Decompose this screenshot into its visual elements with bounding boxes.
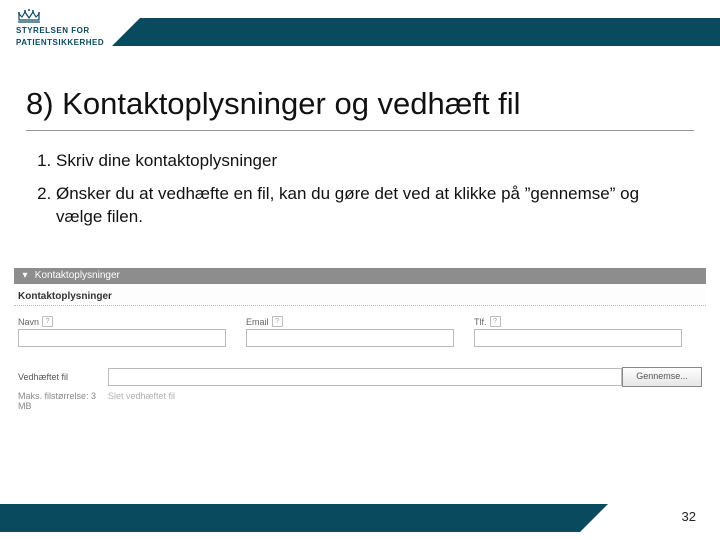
footer-stripe — [0, 504, 580, 532]
page-title: 8) Kontaktoplysninger og vedhæft fil — [26, 86, 521, 122]
instruction-item-1: Skriv dine kontaktoplysninger — [56, 150, 668, 173]
max-filesize-label: Maks. filstørrelse: 3 MB — [18, 391, 108, 411]
help-icon[interactable]: ? — [490, 316, 501, 327]
attachment-label: Vedhæftet fil — [18, 372, 108, 382]
instructions-list: Skriv dine kontaktoplysninger Ønsker du … — [28, 150, 668, 239]
email-field-group: Email ? — [246, 316, 474, 347]
section-sub-header: Kontaktoplysninger — [14, 284, 706, 305]
delete-attachment-link[interactable]: Slet vedhæftet fil — [108, 391, 175, 411]
section-header-bar[interactable]: ▾ Kontaktoplysninger — [14, 268, 706, 284]
title-underline — [26, 130, 694, 131]
attachment-meta-row: Maks. filstørrelse: 3 MB Slet vedhæftet … — [14, 387, 706, 411]
chevron-down-icon[interactable]: ▾ — [20, 268, 30, 284]
divider — [14, 305, 706, 306]
help-icon[interactable]: ? — [42, 316, 53, 327]
header-stripe — [140, 18, 720, 46]
browse-button[interactable]: Gennemse... — [622, 367, 702, 387]
email-input[interactable] — [246, 329, 454, 347]
phone-input[interactable] — [474, 329, 682, 347]
attachment-row: Vedhæftet fil Gennemse... — [14, 367, 706, 387]
phone-field-group: Tlf. ? — [474, 316, 702, 347]
name-input[interactable] — [18, 329, 226, 347]
header: STYRELSEN FOR PATIENTSIKKERHED — [0, 0, 720, 58]
page-number: 32 — [682, 509, 696, 524]
help-icon[interactable]: ? — [272, 316, 283, 327]
phone-label: Tlf. — [474, 317, 487, 327]
form-screenshot: ▾ Kontaktoplysninger Kontaktoplysninger … — [14, 268, 706, 411]
name-label: Navn — [18, 317, 39, 327]
instruction-item-2: Ønsker du at vedhæfte en fil, kan du gør… — [56, 183, 668, 229]
section-header-title: Kontaktoplysninger — [35, 270, 120, 281]
attachment-path-input[interactable] — [108, 368, 622, 386]
name-field-group: Navn ? — [18, 316, 246, 347]
footer: 32 — [0, 498, 720, 540]
email-label: Email — [246, 317, 269, 327]
contact-fields-row: Navn ? Email ? Tlf. ? — [14, 316, 706, 347]
crown-icon — [16, 6, 42, 24]
